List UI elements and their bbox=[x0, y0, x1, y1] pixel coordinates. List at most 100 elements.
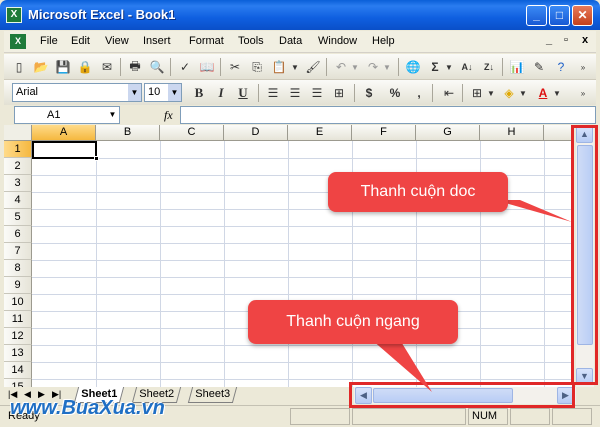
mdi-close-button[interactable]: x bbox=[582, 34, 588, 46]
print-preview-icon[interactable]: 🔍 bbox=[148, 58, 166, 76]
align-right-icon[interactable]: ☰ bbox=[308, 84, 326, 102]
insert-function-button[interactable]: fx bbox=[164, 108, 173, 123]
sort-descending-icon[interactable]: Z↓ bbox=[480, 58, 498, 76]
chart-wizard-icon[interactable]: 📊 bbox=[508, 58, 526, 76]
comma-button[interactable]: , bbox=[410, 84, 428, 102]
active-cell[interactable] bbox=[32, 141, 99, 161]
column-header-h[interactable]: H bbox=[480, 125, 544, 141]
copy-icon[interactable]: ⎘ bbox=[248, 58, 266, 76]
row-header[interactable]: 7 bbox=[4, 243, 32, 260]
row-header[interactable]: 11 bbox=[4, 311, 32, 328]
name-box[interactable]: A1 ▼ bbox=[14, 106, 120, 124]
currency-button[interactable]: $ bbox=[360, 84, 378, 102]
align-left-icon[interactable]: ☰ bbox=[264, 84, 282, 102]
cut-icon[interactable]: ✂ bbox=[226, 58, 244, 76]
row-header[interactable]: 15 bbox=[4, 379, 32, 387]
horizontal-scrollbar-highlight bbox=[349, 382, 575, 408]
fill-handle[interactable] bbox=[94, 156, 99, 161]
redo-icon[interactable]: ↷ bbox=[364, 58, 382, 76]
bold-button[interactable]: B bbox=[190, 84, 208, 102]
chevron-down-icon[interactable]: ▼ bbox=[106, 107, 119, 123]
row-header[interactable]: 1 bbox=[4, 141, 32, 158]
font-color-icon[interactable]: A bbox=[534, 84, 552, 102]
minimize-button[interactable]: _ bbox=[526, 5, 547, 26]
toolbar-options-icon[interactable]: » bbox=[574, 84, 592, 102]
menu-format[interactable]: Format bbox=[189, 35, 224, 47]
fill-color-dropdown-icon[interactable]: ▼ bbox=[518, 84, 528, 102]
sort-ascending-icon[interactable]: A↓ bbox=[458, 58, 476, 76]
column-header-c[interactable]: C bbox=[160, 125, 224, 141]
italic-button[interactable]: I bbox=[212, 84, 230, 102]
paste-dropdown-icon[interactable]: ▼ bbox=[290, 58, 300, 76]
chevron-down-icon[interactable]: ▼ bbox=[128, 84, 141, 101]
redo-dropdown-icon[interactable]: ▼ bbox=[382, 58, 392, 76]
font-size-select[interactable]: 10 ▼ bbox=[144, 83, 182, 102]
vertical-scrollbar-callout: Thanh cuộn doc bbox=[328, 172, 508, 212]
print-icon[interactable]: 🖶 bbox=[126, 58, 144, 76]
column-header-f[interactable]: F bbox=[352, 125, 416, 141]
column-header-b[interactable]: B bbox=[96, 125, 160, 141]
percent-button[interactable]: % bbox=[386, 84, 404, 102]
menu-insert[interactable]: Insert bbox=[143, 35, 171, 47]
borders-icon[interactable]: ⊞ bbox=[468, 84, 486, 102]
undo-icon[interactable]: ↶ bbox=[332, 58, 350, 76]
row-header[interactable]: 4 bbox=[4, 192, 32, 209]
mdi-minimize-button[interactable]: _ bbox=[546, 34, 552, 46]
row-header[interactable]: 12 bbox=[4, 328, 32, 345]
hyperlink-icon[interactable]: 🌐 bbox=[404, 58, 422, 76]
undo-dropdown-icon[interactable]: ▼ bbox=[350, 58, 360, 76]
row-header[interactable]: 9 bbox=[4, 277, 32, 294]
column-header-i[interactable] bbox=[544, 125, 572, 141]
worksheet-grid[interactable]: A B C D E F G H 1 2 3 4 5 6 7 8 9 10 11 … bbox=[4, 125, 572, 387]
excel-doc-icon[interactable]: X bbox=[10, 34, 26, 49]
save-icon[interactable]: 💾 bbox=[54, 58, 72, 76]
open-icon[interactable]: 📂 bbox=[32, 58, 50, 76]
column-header-a[interactable]: A bbox=[32, 125, 96, 141]
underline-button[interactable]: U bbox=[234, 84, 252, 102]
row-header[interactable]: 5 bbox=[4, 209, 32, 226]
row-header[interactable]: 2 bbox=[4, 158, 32, 175]
sheet-tab-3[interactable]: Sheet3 bbox=[187, 387, 238, 403]
font-color-dropdown-icon[interactable]: ▼ bbox=[552, 84, 562, 102]
help-icon[interactable]: ? bbox=[552, 58, 570, 76]
row-header[interactable]: 8 bbox=[4, 260, 32, 277]
column-header-d[interactable]: D bbox=[224, 125, 288, 141]
row-header[interactable]: 13 bbox=[4, 345, 32, 362]
merge-center-icon[interactable]: ⊞ bbox=[330, 84, 348, 102]
menu-view[interactable]: View bbox=[105, 35, 129, 47]
permission-icon[interactable]: 🔒 bbox=[76, 58, 94, 76]
autosum-dropdown-icon[interactable]: ▼ bbox=[444, 58, 454, 76]
maximize-button[interactable]: □ bbox=[549, 5, 570, 26]
menu-window[interactable]: Window bbox=[318, 35, 357, 47]
row-header[interactable]: 10 bbox=[4, 294, 32, 311]
decrease-indent-icon[interactable]: ⇤ bbox=[440, 84, 458, 102]
menu-edit[interactable]: Edit bbox=[71, 35, 90, 47]
autosum-icon[interactable]: Σ bbox=[426, 58, 444, 76]
borders-dropdown-icon[interactable]: ▼ bbox=[486, 84, 496, 102]
toolbar-options-icon[interactable]: » bbox=[574, 58, 592, 76]
chevron-down-icon[interactable]: ▼ bbox=[168, 84, 181, 101]
new-icon[interactable]: ▯ bbox=[10, 58, 28, 76]
close-button[interactable]: ✕ bbox=[572, 5, 593, 26]
mdi-restore-button[interactable]: ▫ bbox=[564, 34, 568, 46]
fill-color-icon[interactable]: ◈ bbox=[500, 84, 518, 102]
format-painter-icon[interactable]: 🖌 bbox=[304, 58, 322, 76]
row-header[interactable]: 6 bbox=[4, 226, 32, 243]
row-header[interactable]: 14 bbox=[4, 362, 32, 379]
email-icon[interactable]: ✉ bbox=[98, 58, 116, 76]
formula-input[interactable] bbox=[180, 106, 596, 124]
column-header-e[interactable]: E bbox=[288, 125, 352, 141]
column-header-g[interactable]: G bbox=[416, 125, 480, 141]
select-all-button[interactable] bbox=[4, 125, 32, 141]
spelling-icon[interactable]: ✓ bbox=[176, 58, 194, 76]
menu-data[interactable]: Data bbox=[279, 35, 302, 47]
drawing-icon[interactable]: ✎ bbox=[530, 58, 548, 76]
align-center-icon[interactable]: ☰ bbox=[286, 84, 304, 102]
font-name-select[interactable]: Arial ▼ bbox=[12, 83, 142, 102]
research-icon[interactable]: 📖 bbox=[198, 58, 216, 76]
row-header[interactable]: 3 bbox=[4, 175, 32, 192]
menu-tools[interactable]: Tools bbox=[238, 35, 264, 47]
menu-file[interactable]: File bbox=[40, 35, 58, 47]
menu-help[interactable]: Help bbox=[372, 35, 395, 47]
paste-icon[interactable]: 📋 bbox=[270, 58, 288, 76]
